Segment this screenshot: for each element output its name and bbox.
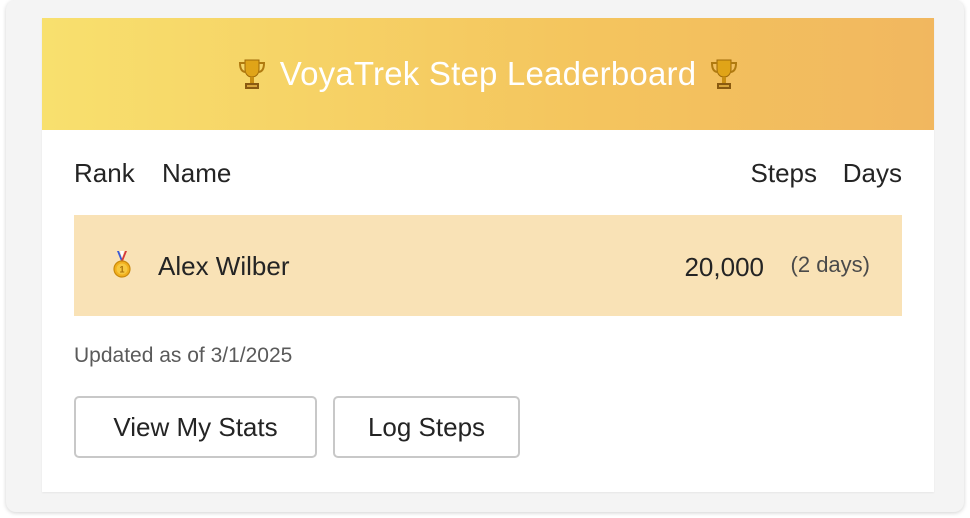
page-title: VoyaTrek Step Leaderboard bbox=[279, 55, 697, 92]
banner-title-group: VoyaTrek Step Leaderboard bbox=[236, 55, 741, 93]
entry-steps: 20,000 bbox=[684, 252, 764, 282]
table-row: 1 Alex Wilber 20,000 (2 days) bbox=[74, 215, 902, 316]
trophy-icon bbox=[708, 57, 740, 91]
header-name: Name bbox=[162, 158, 232, 188]
header-days: Days bbox=[842, 158, 902, 188]
leaderboard-banner: VoyaTrek Step Leaderboard bbox=[42, 18, 934, 130]
log-steps-button[interactable]: Log Steps bbox=[333, 396, 520, 458]
entry-days: (2 days) bbox=[790, 252, 870, 277]
header-rank: Rank bbox=[74, 158, 135, 188]
updated-timestamp: Updated as of 3/1/2025 bbox=[74, 344, 293, 367]
view-my-stats-button[interactable]: View My Stats bbox=[74, 396, 317, 458]
svg-text:1: 1 bbox=[119, 265, 124, 275]
entry-name: Alex Wilber bbox=[158, 251, 290, 281]
header-steps: Steps bbox=[750, 158, 818, 188]
first-place-medal-icon: 1 bbox=[112, 250, 132, 280]
leaderboard-card: VoyaTrek Step Leaderboard Rank Name Step… bbox=[42, 18, 934, 492]
trophy-icon bbox=[236, 57, 268, 91]
table-header: Rank Name Steps Days bbox=[74, 158, 902, 192]
leaderboard-container: VoyaTrek Step Leaderboard Rank Name Step… bbox=[6, 0, 964, 512]
